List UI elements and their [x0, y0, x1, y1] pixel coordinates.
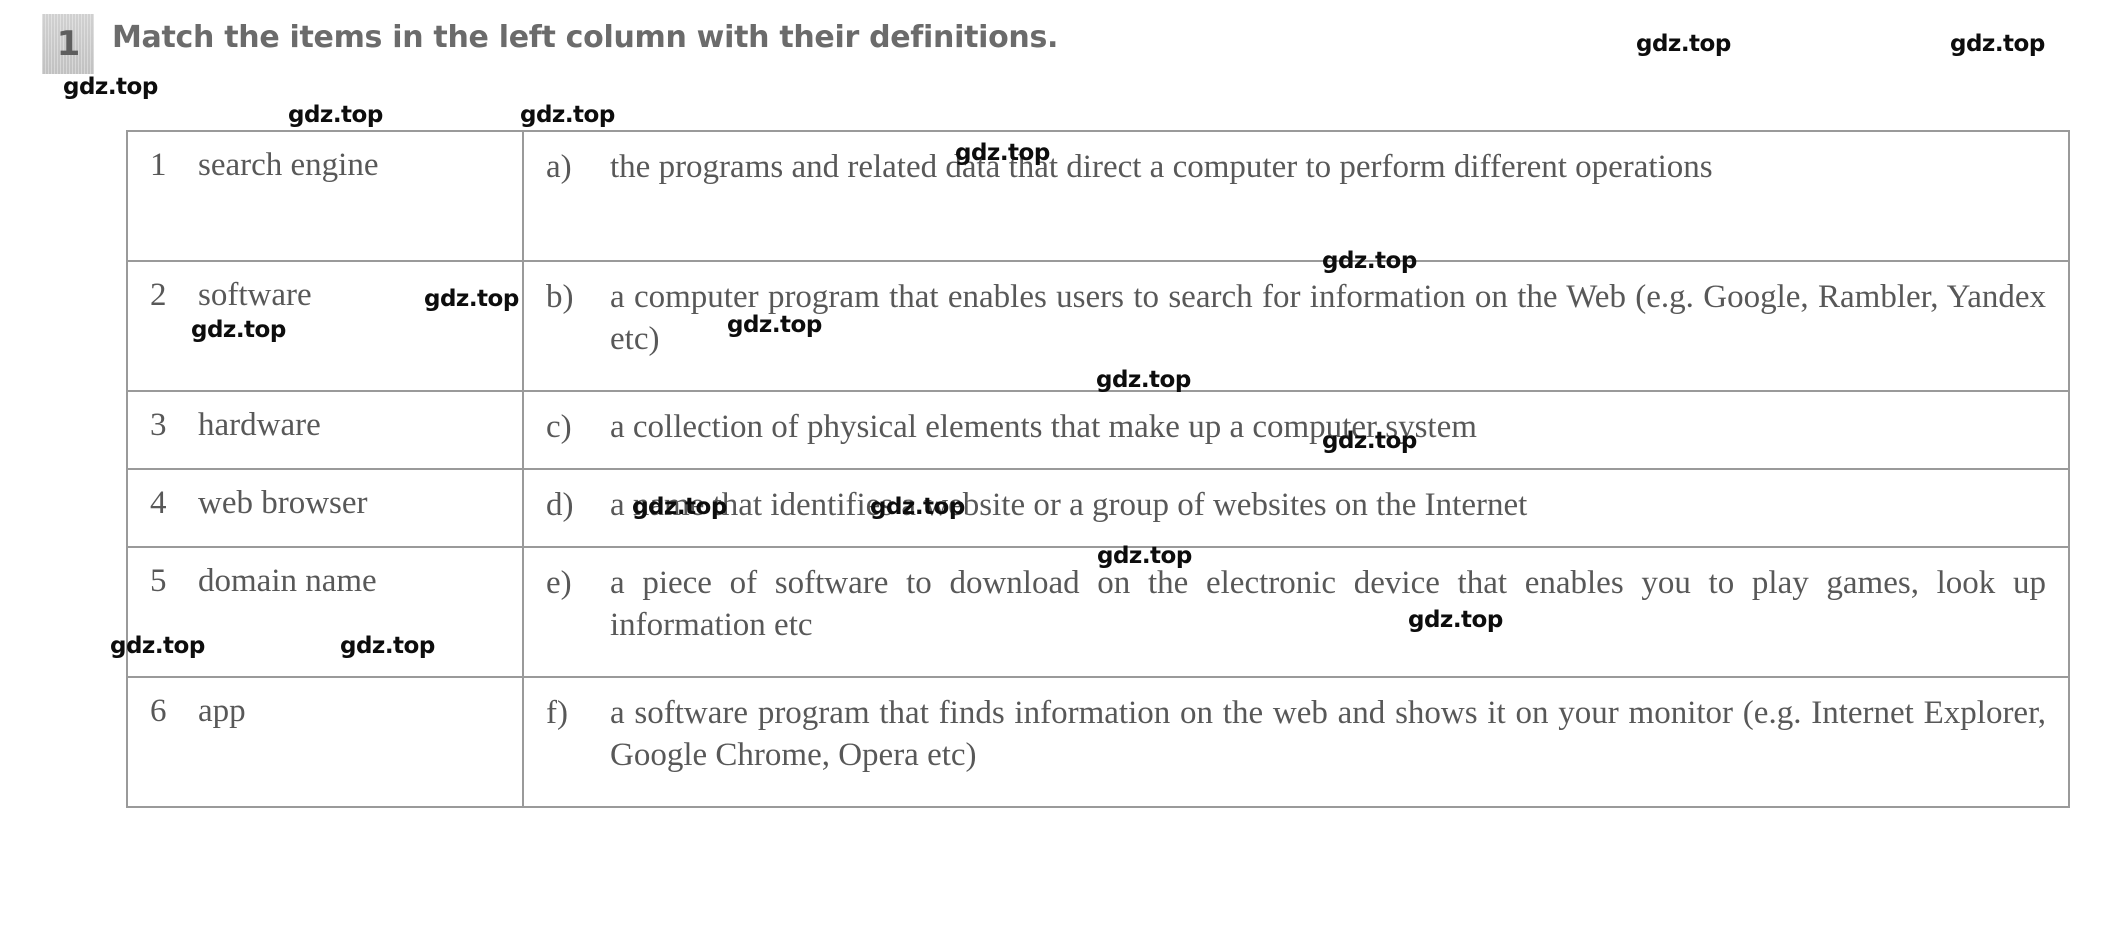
term-label: domain name: [198, 563, 377, 599]
term-number: 3: [150, 407, 167, 443]
definition-cell-f[interactable]: f) a software program that finds informa…: [522, 676, 2070, 808]
table-row: 2 software b) a computer program that en…: [126, 260, 2070, 392]
term-cell-4[interactable]: 4 web browser: [126, 468, 524, 548]
term-label: app: [198, 693, 246, 729]
term-number: 5: [150, 563, 167, 599]
definition-cell-a[interactable]: a) the programs and related data that di…: [522, 130, 2070, 262]
table-row: 5 domain name e) a piece of software to …: [126, 546, 2070, 678]
definition-letter: a): [546, 149, 572, 185]
definition-letter: d): [546, 487, 574, 523]
term-cell-5[interactable]: 5 domain name: [126, 546, 524, 678]
exercise-instruction: Match the items in the left column with …: [112, 20, 1059, 55]
matching-table-body: 1 search engine a) the programs and rela…: [126, 130, 2070, 808]
table-row: 4 web browser d) a name that identifies …: [126, 468, 2070, 548]
definition-cell-b[interactable]: b) a computer program that enables users…: [522, 260, 2070, 392]
definition-cell-c[interactable]: c) a collection of physical elements tha…: [522, 390, 2070, 470]
definition-letter: e): [546, 565, 572, 601]
term-label: software: [198, 277, 312, 313]
exercise-number: 1: [56, 24, 81, 64]
definition-letter: f): [546, 695, 568, 731]
definition-text: a software program that finds informatio…: [610, 695, 2046, 774]
term-label: search engine: [198, 147, 379, 183]
term-cell-3[interactable]: 3 hardware: [126, 390, 524, 470]
definition-letter: b): [546, 279, 574, 315]
table-row: 3 hardware c) a collection of physical e…: [126, 390, 2070, 470]
definition-letter: c): [546, 409, 572, 445]
term-number: 1: [150, 147, 167, 183]
table-row: 1 search engine a) the programs and rela…: [126, 130, 2070, 262]
table-row: 6 app f) a software program that finds i…: [126, 676, 2070, 808]
term-number: 4: [150, 485, 167, 521]
term-cell-1[interactable]: 1 search engine: [126, 130, 524, 262]
term-number: 2: [150, 277, 167, 313]
definition-text: the programs and related data that direc…: [610, 149, 1713, 185]
definition-text: a name that identifies a website or a gr…: [610, 487, 1528, 523]
definition-text: a computer program that enables users to…: [610, 279, 2046, 358]
term-number: 6: [150, 693, 167, 729]
definition-text: a piece of software to download on the e…: [610, 565, 2046, 644]
term-label: hardware: [198, 407, 321, 443]
exercise-number-badge: 1: [42, 14, 94, 74]
definition-cell-d[interactable]: d) a name that identifies a website or a…: [522, 468, 2070, 548]
matching-table: 1 search engine a) the programs and rela…: [126, 130, 2070, 808]
exercise-header: 1 Match the items in the left column wit…: [0, 0, 2115, 110]
definition-text: a collection of physical elements that m…: [610, 409, 1477, 445]
term-label: web browser: [198, 485, 368, 521]
definition-cell-e[interactable]: e) a piece of software to download on th…: [522, 546, 2070, 678]
term-cell-6[interactable]: 6 app: [126, 676, 524, 808]
term-cell-2[interactable]: 2 software: [126, 260, 524, 392]
